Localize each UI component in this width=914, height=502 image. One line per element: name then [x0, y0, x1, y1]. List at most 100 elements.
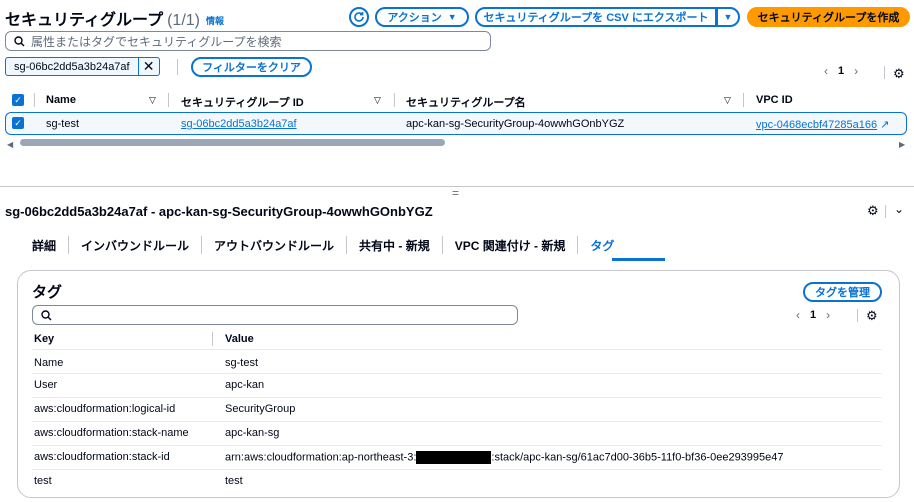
refresh-icon: [354, 12, 364, 22]
row-checkbox[interactable]: ✓: [12, 117, 24, 129]
chevron-left-icon[interactable]: ‹: [824, 64, 828, 78]
search-icon: [41, 309, 52, 320]
row-divider: [32, 349, 882, 350]
external-link-icon: ↗: [880, 119, 890, 131]
scroll-right-icon[interactable]: ▶: [899, 140, 905, 149]
tag-search-input[interactable]: [32, 305, 518, 325]
divider: [857, 309, 858, 322]
cell-group-name: apc-kan-sg-SecurityGroup-4owwhGOnbYGZ: [406, 118, 625, 130]
column-divider: [212, 332, 213, 346]
tab-sharing[interactable]: 共有中 - 新規: [347, 236, 443, 254]
chevron-right-icon[interactable]: ›: [854, 64, 858, 78]
chevron-right-icon[interactable]: ›: [826, 308, 830, 322]
divider: [177, 59, 178, 75]
tag-key: test: [34, 475, 52, 487]
clear-filter-label: フィルターをクリア: [202, 62, 301, 74]
active-tab-indicator: [612, 258, 665, 261]
column-divider: [34, 93, 35, 107]
tab-vpc-associations[interactable]: VPC 関連付け - 新規: [443, 236, 579, 254]
vpc-id-link[interactable]: vpc-0468ecbf47285a166: [756, 119, 877, 131]
search-placeholder: 属性またはタグでセキュリティグループを検索: [31, 34, 282, 49]
tag-key: aws:cloudformation:stack-name: [34, 427, 189, 439]
page-title-text: セキュリティグループ: [5, 12, 164, 29]
search-icon: [14, 35, 25, 46]
column-divider: [743, 93, 744, 107]
actions-button[interactable]: アクション ▼: [375, 7, 469, 27]
sort-icon[interactable]: ▽: [374, 95, 381, 106]
tab-tags[interactable]: タグ: [578, 236, 626, 254]
sort-icon[interactable]: ▽: [149, 95, 156, 106]
detail-tabs: 詳細 インバウンドルール アウトバウンドルール 共有中 - 新規 VPC 関連付…: [30, 236, 626, 254]
refresh-button[interactable]: [349, 7, 369, 27]
tab-details[interactable]: 詳細: [30, 236, 70, 254]
drag-handle-icon[interactable]: =: [452, 186, 459, 200]
tag-value-suffix: :stack/apc-kan-sg/61ac7d00-36b5-11f0-bf3…: [491, 451, 784, 464]
chevron-down-icon[interactable]: ⌄: [894, 202, 904, 216]
tag-value: apc-kan: [225, 379, 265, 391]
tag-value: sg-test: [225, 357, 259, 369]
page-number[interactable]: 1: [838, 65, 844, 77]
settings-gear-icon[interactable]: ⚙: [867, 203, 879, 219]
page-number[interactable]: 1: [810, 309, 816, 321]
selection-count: (1/1): [167, 12, 200, 29]
close-icon[interactable]: ✕: [139, 58, 159, 75]
clear-filter-button[interactable]: フィルターをクリア: [191, 57, 312, 77]
row-divider: [32, 373, 882, 374]
filter-token-text: sg-06bc2dd5a3b24a7af: [6, 58, 139, 75]
divider: [884, 66, 885, 79]
horizontal-scrollbar[interactable]: [20, 139, 445, 146]
manage-tags-button[interactable]: タグを管理: [803, 282, 882, 302]
page-title: セキュリティグループ (1/1) 情報: [5, 6, 224, 30]
column-header-vpc-id[interactable]: VPC ID: [756, 94, 793, 106]
tag-key: Name: [34, 357, 64, 369]
row-divider: [32, 445, 882, 446]
cell-name: sg-test: [46, 118, 80, 130]
export-dropdown-button[interactable]: ▼: [716, 7, 740, 27]
tag-key: aws:cloudformation:stack-id: [34, 451, 170, 463]
tag-value: SecurityGroup: [225, 403, 296, 415]
search-input[interactable]: 属性またはタグでセキュリティグループを検索: [5, 31, 491, 51]
column-header-name[interactable]: Name: [46, 94, 76, 106]
row-divider: [32, 421, 882, 422]
sort-icon[interactable]: ▽: [724, 95, 731, 106]
select-all-checkbox[interactable]: ✓: [12, 94, 24, 106]
settings-gear-icon[interactable]: ⚙: [866, 308, 878, 324]
tags-column-key: Key: [34, 333, 55, 345]
cell-group-id-link[interactable]: sg-06bc2dd5a3b24a7af: [181, 118, 297, 130]
tag-key: aws:cloudformation:logical-id: [34, 403, 176, 415]
detail-title: sg-06bc2dd5a3b24a7af - apc-kan-sg-Securi…: [5, 204, 433, 219]
tags-pagination: ‹ 1 ›: [796, 308, 830, 322]
redaction-bar: [416, 451, 492, 464]
scroll-left-icon[interactable]: ◀: [7, 140, 13, 149]
divider: [885, 205, 886, 218]
tab-outbound-rules[interactable]: アウトバウンドルール: [202, 236, 348, 254]
tag-value: test: [225, 475, 243, 487]
create-label: セキュリティグループを作成: [757, 12, 900, 24]
caret-down-icon: ▼: [447, 12, 457, 22]
info-link[interactable]: 情報: [206, 16, 224, 26]
tag-value: apc-kan-sg: [225, 427, 280, 439]
tags-column-value: Value: [225, 333, 254, 345]
export-csv-label: セキュリティグループを CSV にエクスポート: [483, 12, 709, 24]
filter-token: sg-06bc2dd5a3b24a7af ✕: [5, 57, 160, 76]
actions-label: アクション: [387, 12, 442, 24]
tag-key: User: [34, 379, 58, 391]
column-divider: [394, 93, 395, 107]
manage-tags-label: タグを管理: [815, 287, 870, 299]
tags-heading: タグ: [32, 284, 63, 301]
tag-value: arn:aws:cloudformation:ap-northeast-3: :s…: [225, 451, 784, 464]
settings-gear-icon[interactable]: ⚙: [893, 66, 905, 82]
caret-down-icon: ▼: [723, 12, 733, 22]
export-csv-button[interactable]: セキュリティグループを CSV にエクスポート: [475, 7, 717, 27]
row-divider: [32, 397, 882, 398]
cell-vpc-id[interactable]: vpc-0468ecbf47285a166 ↗: [756, 118, 889, 131]
create-security-group-button[interactable]: セキュリティグループを作成: [747, 7, 910, 27]
column-divider: [168, 93, 169, 107]
tab-inbound-rules[interactable]: インバウンドルール: [69, 236, 203, 254]
chevron-left-icon[interactable]: ‹: [796, 308, 800, 322]
pagination: ‹ 1 ›: [824, 64, 858, 78]
column-header-group-id[interactable]: セキュリティグループ ID: [181, 94, 304, 110]
row-divider: [32, 469, 882, 470]
tag-value-prefix: arn:aws:cloudformation:ap-northeast-3:: [225, 451, 417, 464]
column-header-group-name[interactable]: セキュリティグループ名: [406, 94, 526, 110]
